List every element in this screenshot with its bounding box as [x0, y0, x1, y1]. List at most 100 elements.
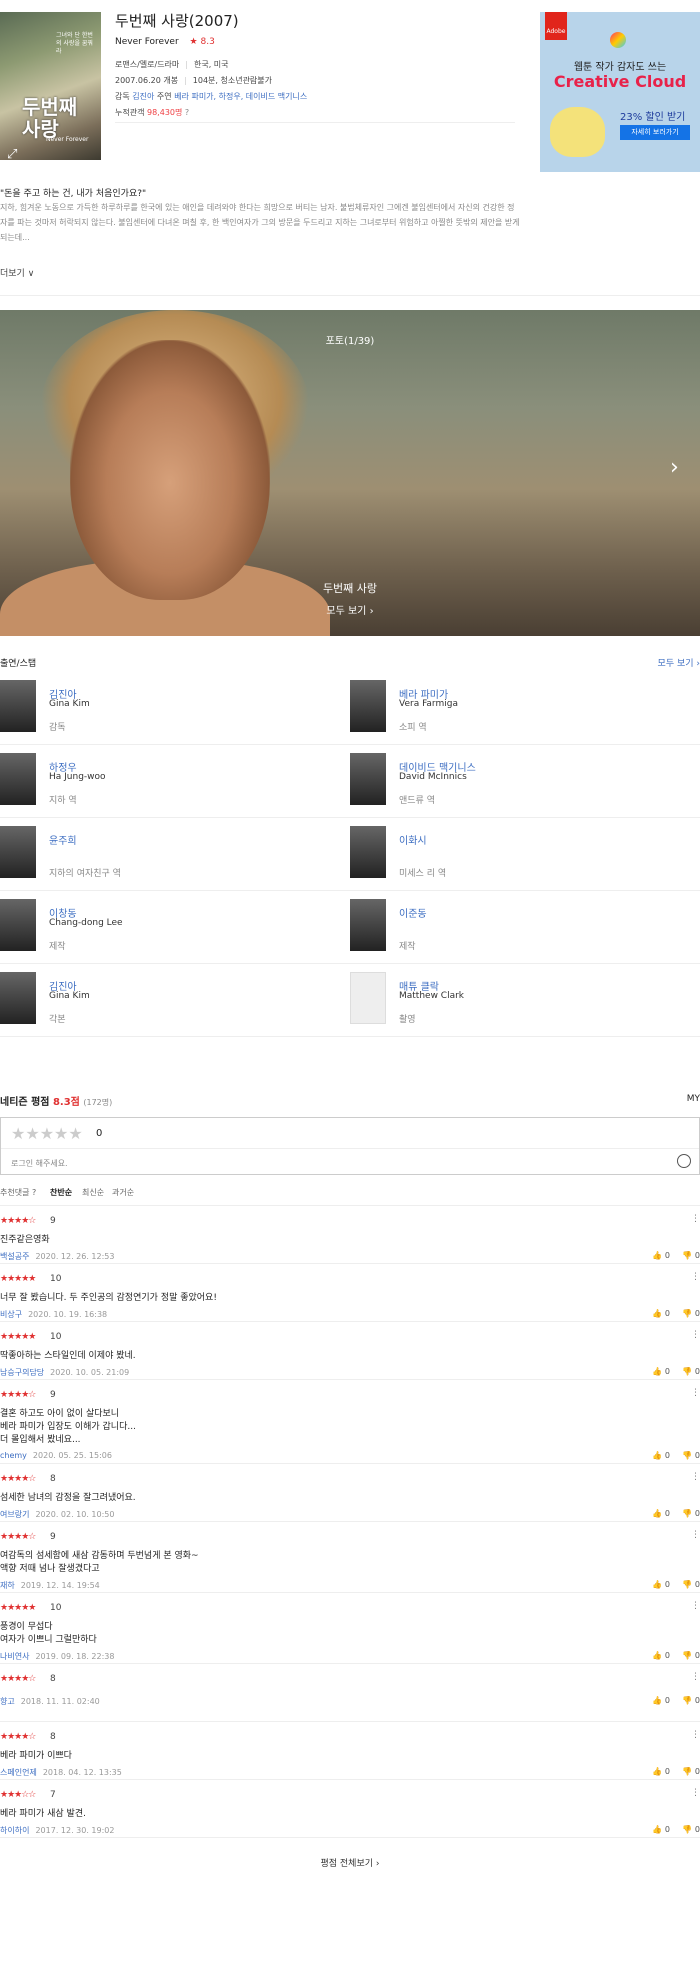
like-button[interactable]: 👍 0: [652, 1451, 670, 1460]
review-author[interactable]: 향고: [0, 1697, 15, 1706]
help-icon[interactable]: ?: [185, 108, 189, 117]
like-button[interactable]: 👍 0: [652, 1509, 670, 1518]
dislike-button[interactable]: 👎 0: [682, 1451, 700, 1460]
dislike-button[interactable]: 👎 0: [682, 1696, 700, 1705]
more-options-icon[interactable]: ⋮: [691, 1472, 700, 1482]
review-stars: ★★★★☆: [0, 1390, 36, 1400]
dislike-count: 0: [694, 1580, 700, 1589]
more-options-icon[interactable]: ⋮: [691, 1788, 700, 1798]
person-role: 지하의 여자친구 역: [49, 869, 121, 879]
review-score: 8: [50, 1732, 56, 1742]
dislike-count: 0: [694, 1251, 700, 1260]
person-name[interactable]: 이준동: [399, 905, 427, 920]
photo-title: 두번째 사랑: [322, 582, 378, 595]
review-input-box[interactable]: ★★★★★ 0 로그인 해주세요.: [0, 1117, 700, 1175]
more-options-icon[interactable]: ⋮: [691, 1730, 700, 1740]
person-photo[interactable]: [350, 972, 386, 1024]
person-photo[interactable]: [0, 753, 36, 805]
review-author[interactable]: chemy: [0, 1451, 27, 1460]
person-photo[interactable]: [350, 826, 386, 878]
photo-view-all[interactable]: 모두 보기 ›: [0, 602, 700, 617]
more-options-icon[interactable]: ⋮: [691, 1272, 700, 1282]
person-photo[interactable]: [0, 899, 36, 951]
more-options-icon[interactable]: ⋮: [691, 1214, 700, 1224]
like-button[interactable]: 👍 0: [652, 1580, 670, 1589]
review-author[interactable]: 비상구: [0, 1310, 22, 1319]
person-photo[interactable]: [350, 899, 386, 951]
person-name[interactable]: 윤주희: [49, 832, 77, 847]
like-button[interactable]: 👍 0: [652, 1651, 670, 1660]
cast-item[interactable]: 매튜 클락 Matthew Clark 촬영: [350, 964, 700, 1037]
photo-viewer[interactable]: 포토(1/39) › 두번째 사랑 모두 보기 ›: [0, 310, 700, 636]
cast-item[interactable]: 하정우 Ha Jung-woo 지하 역: [0, 745, 350, 818]
meta-credits: 감독 김진아 주연 베라 파미가, 하정우, 데이비드 맥기니스: [115, 89, 515, 105]
person-photo[interactable]: [0, 680, 36, 732]
cast-item[interactable]: 김진아 Gina Kim 감독: [0, 672, 350, 745]
review-stars: ★★★☆☆: [0, 1790, 36, 1800]
cast-item[interactable]: 윤주희지하의 여자친구 역: [0, 818, 350, 891]
dislike-button[interactable]: 👎 0: [682, 1651, 700, 1660]
expand-icon[interactable]: ⤢: [7, 148, 21, 161]
person-photo[interactable]: [0, 826, 36, 878]
review-input[interactable]: 로그인 해주세요.: [11, 1158, 68, 1169]
person-name[interactable]: 이화시: [399, 832, 427, 847]
review-score: 10: [50, 1603, 62, 1613]
like-button[interactable]: 👍 0: [652, 1251, 670, 1260]
cast-item[interactable]: 이화시 미세스 리 역: [350, 818, 700, 891]
review-author[interactable]: 스페인언제: [0, 1768, 37, 1777]
dislike-button[interactable]: 👎 0: [682, 1309, 700, 1318]
review-text: 베라 파미가 이쁘다: [0, 1751, 72, 1761]
dislike-button[interactable]: 👎 0: [682, 1825, 700, 1834]
review-author[interactable]: 재하: [0, 1581, 15, 1590]
sort-option-oldest[interactable]: 과거순: [112, 1187, 134, 1198]
cast-view-all[interactable]: 모두 보기 ›: [658, 656, 700, 669]
like-button[interactable]: 👍 0: [652, 1825, 670, 1834]
review-author[interactable]: 나비연사: [0, 1652, 29, 1661]
person-photo[interactable]: [350, 753, 386, 805]
divider: [0, 295, 700, 296]
movie-poster[interactable]: 그녀와 단 한번의 사랑을 꿈꿔라 두번째 사랑 Never Forever ⤢: [0, 12, 101, 160]
dislike-button[interactable]: 👎 0: [682, 1767, 700, 1776]
star-rating-input[interactable]: ★★★★★: [11, 1124, 83, 1143]
cast-item[interactable]: 데이비드 맥기니스 David McInnics 앤드류 역: [350, 745, 700, 818]
director-link[interactable]: 김진아: [132, 92, 154, 101]
emoji-icon[interactable]: [677, 1154, 691, 1168]
dislike-button[interactable]: 👎 0: [682, 1509, 700, 1518]
dislike-button[interactable]: 👎 0: [682, 1251, 700, 1260]
like-count: 0: [664, 1251, 670, 1260]
review-item: ★★★☆☆ 7 ⋮ 베라 파미가 새삼 발견. 하이하이 2017. 12. 30. 19…: [0, 1779, 700, 1837]
person-photo[interactable]: [0, 972, 36, 1024]
review-author[interactable]: 백설공주: [0, 1252, 29, 1261]
my-review-link[interactable]: MY: [687, 1094, 700, 1104]
more-button[interactable]: 더보기 ∨: [0, 266, 34, 279]
person-name-en: Vera Farmiga: [399, 699, 458, 709]
sort-bar: 추천댓글 ? 찬반순 최신순 과거순: [0, 1175, 700, 1205]
ad-banner[interactable]: Adobe 웹툰 작가 감자도 쓰는 Creative Cloud 23% 할인…: [540, 12, 700, 172]
dislike-button[interactable]: 👎 0: [682, 1580, 700, 1589]
more-options-icon[interactable]: ⋮: [691, 1388, 700, 1398]
more-options-icon[interactable]: ⋮: [691, 1330, 700, 1340]
like-button[interactable]: 👍 0: [652, 1767, 670, 1776]
like-button[interactable]: 👍 0: [652, 1309, 670, 1318]
chevron-right-icon[interactable]: ›: [670, 455, 679, 480]
cast-item[interactable]: 이창동 Chang-dong Lee 제작: [0, 891, 350, 964]
like-button[interactable]: 👍 0: [652, 1367, 670, 1376]
review-author[interactable]: 남승구의담당: [0, 1368, 44, 1377]
dislike-button[interactable]: 👎 0: [682, 1367, 700, 1376]
more-options-icon[interactable]: ⋮: [691, 1530, 700, 1540]
leads-link[interactable]: 베라 파미가, 하정우, 데이비드 맥기니스: [174, 92, 307, 101]
cast-item[interactable]: 이준동 제작: [350, 891, 700, 964]
more-options-icon[interactable]: ⋮: [691, 1601, 700, 1611]
reviews-view-all[interactable]: 평점 전체보기 ›: [0, 1856, 700, 1869]
ad-button[interactable]: 자세히 보러가기: [620, 125, 690, 140]
sort-option-latest[interactable]: 최신순: [82, 1187, 104, 1198]
review-author[interactable]: 하이하이: [0, 1826, 29, 1835]
cast-item[interactable]: 김진아 Gina Kim 각본: [0, 964, 350, 1037]
cast-item[interactable]: 베라 파미가 Vera Farmiga 소피 역: [350, 672, 700, 745]
like-button[interactable]: 👍 0: [652, 1696, 670, 1705]
more-options-icon[interactable]: ⋮: [691, 1672, 700, 1682]
sort-option-likes[interactable]: 찬반순: [50, 1187, 72, 1198]
review-text: 너무 잘 봤습니다. 두 주인공의 감정연기가 정말 좋았어요!: [0, 1293, 217, 1303]
review-author[interactable]: 여브랑기: [0, 1510, 29, 1519]
person-photo[interactable]: [350, 680, 386, 732]
